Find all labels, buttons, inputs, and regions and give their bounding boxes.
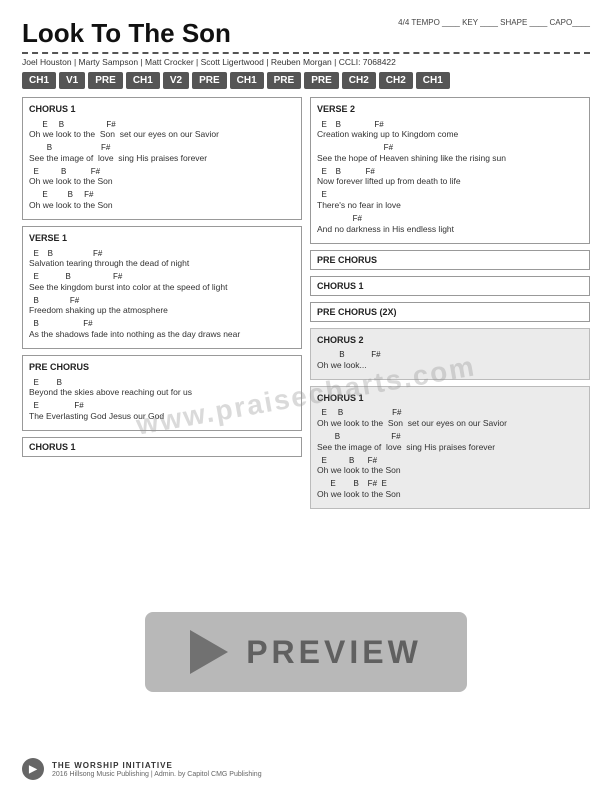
pre-chorus-left-section: PRE CHORUS E B Beyond the skies above re… — [22, 355, 302, 431]
chorus1-bottom-section: CHORUS 1 E B F# Oh we look to the Son se… — [310, 386, 590, 509]
chorus1-stanza4: E B F# Oh we look to the Son — [29, 190, 295, 211]
verse1-stanza1: E B F# Salvation tearing through the dea… — [29, 249, 295, 270]
right-column: VERSE 2 E B F# Creation waking up to Kin… — [310, 97, 590, 515]
pre-chorus-left-title: PRE CHORUS — [29, 361, 295, 375]
page: Look To The Son 4/4 TEMPO ____ KEY ____ … — [0, 0, 612, 792]
preview-label[interactable]: PREVIEW — [246, 634, 422, 671]
meta-row: 4/4 TEMPO ____ KEY ____ SHAPE ____ CAPO_… — [398, 18, 590, 27]
tempo-label: TEMPO ____ KEY ____ SHAPE ____ CAPO____ — [411, 18, 590, 27]
nav-pre-1[interactable]: PRE — [88, 72, 123, 89]
footer: ▶ THE WORSHIP INITIATIVE 2016 Hillsong M… — [22, 758, 590, 780]
chorus1-right-label: CHORUS 1 — [310, 276, 590, 296]
verse2-stanza2: F# See the hope of Heaven shining like t… — [317, 143, 583, 164]
nav-ch1-1[interactable]: CH1 — [22, 72, 56, 89]
nav-pre-2[interactable]: PRE — [192, 72, 227, 89]
nav-v1[interactable]: V1 — [59, 72, 85, 89]
verse2-stanza5: F# And no darkness in His endless light — [317, 214, 583, 235]
chorus1-bottom-stanza2: B F# See the image of love sing His prai… — [317, 432, 583, 453]
verse1-stanza2: E B F# See the kingdom burst into color … — [29, 272, 295, 293]
nav-ch1-2[interactable]: CH1 — [126, 72, 160, 89]
verse2-stanza4: E There's no fear in love — [317, 190, 583, 211]
verse2-stanza3: E B F# Now forever lifted up from death … — [317, 167, 583, 188]
chorus1-section: CHORUS 1 E B F# Oh we look to the Son se… — [22, 97, 302, 220]
preview-box[interactable]: PREVIEW — [145, 612, 467, 692]
verse1-stanza3: B F# Freedom shaking up the atmosphere — [29, 296, 295, 317]
nav-pre-4[interactable]: PRE — [304, 72, 339, 89]
chorus2-title: CHORUS 2 — [317, 334, 583, 348]
chorus1-label-left: CHORUS 1 — [22, 437, 302, 457]
pre-chorus-2x-label: PRE CHORUS (2X) — [310, 302, 590, 322]
chorus1-title: CHORUS 1 — [29, 103, 295, 117]
chorus1-bottom-stanza3: E B F# Oh we look to the Son — [317, 456, 583, 477]
nav-ch1-3[interactable]: CH1 — [230, 72, 264, 89]
nav-ch1-4[interactable]: CH1 — [416, 72, 450, 89]
authors: Joel Houston | Marty Sampson | Matt Croc… — [22, 57, 590, 67]
nav-pre-3[interactable]: PRE — [267, 72, 302, 89]
preview-overlay[interactable]: PREVIEW — [0, 612, 612, 692]
nav-bar: CH1 V1 PRE CH1 V2 PRE CH1 PRE PRE CH2 CH… — [22, 72, 590, 89]
verse1-section: VERSE 1 E B F# Salvation tearing through… — [22, 226, 302, 349]
worship-initiative-logo: ▶ — [22, 758, 44, 780]
nav-v2[interactable]: V2 — [163, 72, 189, 89]
play-icon[interactable] — [190, 630, 228, 674]
left-column: CHORUS 1 E B F# Oh we look to the Son se… — [22, 97, 302, 515]
verse2-section: VERSE 2 E B F# Creation waking up to Kin… — [310, 97, 590, 244]
verse1-title: VERSE 1 — [29, 232, 295, 246]
divider — [22, 52, 590, 54]
chorus2-section: CHORUS 2 B F# Oh we look... — [310, 328, 590, 380]
pre-chorus-stanza2: E F# The Everlasting God Jesus our God — [29, 401, 295, 422]
copyright: 2016 Hillsong Music Publishing | Admin. … — [52, 771, 262, 778]
org-name: THE WORSHIP INITIATIVE — [52, 761, 262, 770]
chorus1-stanza3: E B F# Oh we look to the Son — [29, 167, 295, 188]
pre-chorus-stanza1: E B Beyond the skies above reaching out … — [29, 378, 295, 399]
chorus1-bottom-stanza1: E B F# Oh we look to the Son set our eye… — [317, 408, 583, 429]
chorus1-stanza2: B F# See the image of love sing His prai… — [29, 143, 295, 164]
verse1-stanza4: B F# As the shadows fade into nothing as… — [29, 319, 295, 340]
pre-chorus-right-label: PRE CHORUS — [310, 250, 590, 270]
chorus1-bottom-stanza4: E B F# E Oh we look to the Son — [317, 479, 583, 500]
nav-ch2-1[interactable]: CH2 — [342, 72, 376, 89]
verse2-stanza1: E B F# Creation waking up to Kingdom com… — [317, 120, 583, 141]
chorus1-bottom-title: CHORUS 1 — [317, 392, 583, 406]
verse2-title: VERSE 2 — [317, 103, 583, 117]
chorus1-stanza1: E B F# Oh we look to the Son set our eye… — [29, 120, 295, 141]
time-sig: 4/4 — [398, 18, 409, 27]
footer-info: THE WORSHIP INITIATIVE 2016 Hillsong Mus… — [52, 761, 262, 778]
nav-ch2-2[interactable]: CH2 — [379, 72, 413, 89]
chorus2-stanza1: B F# Oh we look... — [317, 350, 583, 371]
main-content: CHORUS 1 E B F# Oh we look to the Son se… — [22, 97, 590, 515]
